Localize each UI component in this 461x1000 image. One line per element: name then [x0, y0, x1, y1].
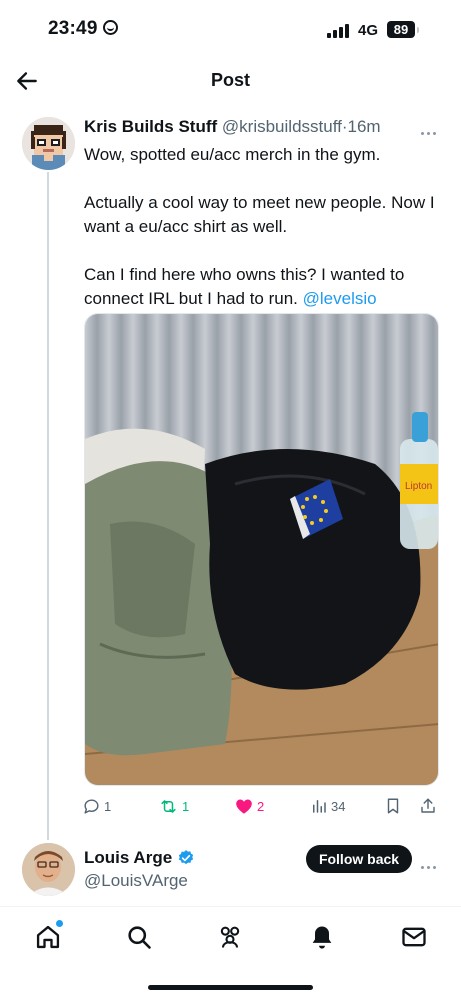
repost-icon — [161, 799, 176, 813]
author-name[interactable]: Kris Builds Stuff — [84, 117, 217, 136]
communities-icon — [220, 926, 240, 948]
network-type: 4G — [358, 22, 379, 39]
tweet-text-para3: Can I find here who owns this? I wanted … — [84, 263, 444, 311]
bookmark-button[interactable] — [384, 795, 405, 817]
pixel-avatar-image — [22, 117, 75, 170]
messages-icon — [402, 927, 426, 947]
reply-user-name[interactable]: Louis Arge — [84, 848, 195, 868]
like-button[interactable]: 2 — [234, 795, 264, 817]
clock-text: 23:49 — [48, 18, 98, 39]
reply-user-handle[interactable]: @LouisVArge — [84, 871, 188, 891]
profile-photo — [22, 843, 75, 896]
reply-count: 1 — [104, 798, 112, 814]
tweet-actions: 1 1 2 34 — [82, 795, 442, 817]
more-options-icon[interactable] — [421, 122, 439, 135]
share-button[interactable] — [419, 795, 440, 817]
back-arrow-icon[interactable] — [14, 68, 40, 94]
search-icon — [128, 926, 151, 949]
battery-icon: 89 — [387, 21, 419, 38]
status-time: 23:49 — [48, 18, 118, 40]
nav-search[interactable] — [125, 923, 153, 951]
view-count: 34 — [331, 798, 346, 814]
author-handle[interactable]: @krisbuildsstuff — [222, 117, 342, 136]
like-count: 2 — [257, 798, 265, 814]
repost-count: 1 — [182, 798, 190, 814]
signal-icon — [327, 24, 351, 38]
nav-communities[interactable] — [216, 923, 244, 951]
post-time[interactable]: 16m — [348, 117, 381, 136]
author-avatar[interactable] — [22, 117, 75, 170]
page-title: Post — [210, 70, 250, 90]
home-notification-dot — [56, 920, 63, 927]
thread-line — [47, 172, 49, 840]
verified-badge-icon — [179, 850, 194, 865]
notifications-icon — [312, 926, 332, 949]
post-header: Post — [0, 62, 461, 102]
views-button[interactable]: 34 — [310, 795, 345, 817]
bookmark-icon — [387, 798, 399, 814]
gym-bench-photo: Lipton — [85, 314, 438, 785]
tweet-photo[interactable]: Lipton — [84, 313, 439, 786]
focus-mode-icon — [102, 20, 118, 35]
mention-link[interactable]: @levelsio — [303, 289, 377, 308]
battery-level: 89 — [393, 22, 409, 37]
tweet-header: Kris Builds Stuff @krisbuildsstuff·16m — [84, 117, 381, 137]
tweet-text-para2: Actually a cool way to meet new people. … — [84, 193, 435, 236]
heart-icon — [236, 799, 252, 814]
nav-notifications[interactable] — [308, 923, 336, 951]
reply-icon — [84, 798, 99, 814]
tweet-text-line1: Wow, spotted eu/acc merch in the gym. — [84, 145, 381, 164]
bottle-label: Lipton — [405, 481, 432, 492]
reply-user-avatar[interactable] — [22, 843, 75, 896]
reply-more-options-icon[interactable] — [421, 856, 439, 869]
follow-back-button[interactable]: Follow back — [306, 845, 412, 873]
reply-button[interactable]: 1 — [82, 795, 111, 817]
tweet-body: Wow, spotted eu/acc merch in the gym. Ac… — [84, 143, 444, 311]
reply-user-display-name: Louis Arge — [84, 848, 173, 867]
views-chart-icon — [313, 800, 326, 813]
share-icon — [421, 798, 435, 813]
nav-messages[interactable] — [400, 923, 428, 951]
home-icon — [36, 925, 60, 949]
nav-home[interactable] — [34, 920, 63, 951]
home-indicator — [148, 985, 313, 990]
repost-button[interactable]: 1 — [158, 795, 189, 817]
status-bar: 23:49 4G 89 — [0, 0, 461, 62]
